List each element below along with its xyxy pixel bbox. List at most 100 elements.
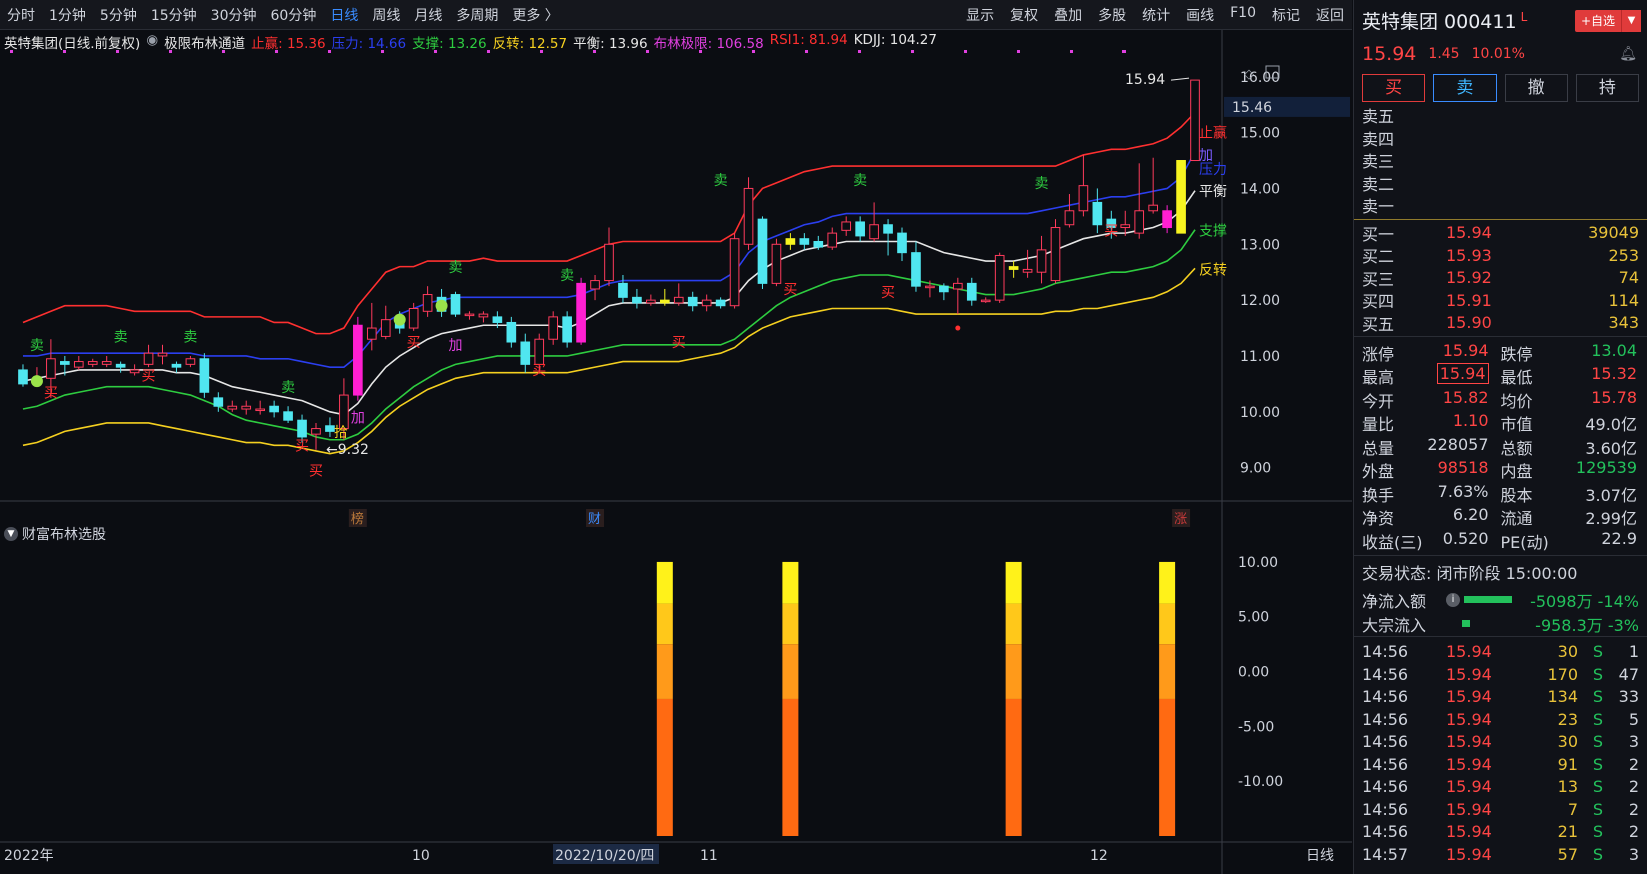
band-end-label: 平衡 — [1199, 184, 1227, 200]
sell-signal-mark: 卖 — [30, 338, 44, 354]
tool-button[interactable]: 统计 — [1134, 5, 1178, 25]
event-marker[interactable]: 涨 — [1174, 512, 1187, 527]
chevron-down-icon[interactable]: ▼ — [4, 527, 18, 541]
tick-price: 15.94 — [1446, 777, 1492, 797]
level-label: 卖四 — [1362, 129, 1395, 149]
stat-cell: 最低 15.32 — [1501, 364, 1640, 388]
period-tab[interactable]: 多周期 — [449, 5, 505, 25]
period-tab[interactable]: 更多 〉 — [505, 5, 565, 25]
holdings-button[interactable]: 持 — [1575, 74, 1639, 102]
candle-body — [687, 296, 698, 307]
sell-button[interactable]: 卖 — [1433, 74, 1497, 102]
period-tab[interactable]: 周线 — [365, 5, 407, 25]
period-tab[interactable]: 60分钟 — [264, 5, 324, 25]
tool-button[interactable]: 复权 — [1002, 5, 1046, 25]
band-end-label: 反转 — [1199, 262, 1227, 278]
period-tab[interactable]: 日线 — [323, 5, 365, 25]
tool-button[interactable]: 标记 — [1264, 5, 1308, 25]
y-tick-label: 15.00 — [1240, 126, 1280, 142]
stat-key: PE(动) — [1500, 532, 1549, 552]
legend-indicator-name[interactable]: 极限布林通道 — [164, 32, 245, 52]
sub-y-tick-label: 10.00 — [1238, 555, 1278, 571]
period-label: 日线 — [1306, 848, 1334, 864]
sell-signal-mark: 卖 — [853, 173, 867, 189]
stats-row: 量比 1.10 市值 49.0亿 — [1362, 411, 1639, 436]
diamond-icon[interactable]: ◇ — [1244, 67, 1254, 82]
x-tick-label: 12 — [1090, 848, 1108, 864]
kline-chart[interactable]: 16.00 15.00 14.00 13.00 12.00 11.00 10.00 9.00 1… — [0, 30, 1352, 874]
high-price-arrow — [1170, 77, 1190, 81]
stat-key: 涨停 — [1362, 344, 1395, 364]
tick-list[interactable]: 14:56 15.94 30 S 1 14:56 15.94 170 S 47 14:56 15.94… — [1354, 635, 1647, 866]
candle-body — [241, 405, 252, 410]
stat-key: 今开 — [1362, 391, 1395, 411]
candle-body — [185, 358, 196, 365]
add-watchlist-button[interactable]: +自选 — [1575, 10, 1621, 32]
period-tab[interactable]: 分时 — [0, 5, 42, 25]
tool-button[interactable]: F10 — [1222, 5, 1264, 25]
candle-body — [827, 232, 838, 248]
buy-button[interactable]: 买 — [1362, 74, 1426, 102]
chart-canvas[interactable]: 16.0015.0014.0013.0012.0011.0010.009.001… — [0, 30, 1352, 874]
sell-signal-mark: 卖 — [114, 330, 128, 346]
stat-value: 15.94 — [1442, 340, 1489, 360]
tool-button[interactable]: 画线 — [1178, 5, 1222, 25]
sell-signal-mark: 卖 — [1035, 176, 1049, 192]
x-tick-label: 2022/10/20/四 — [555, 848, 654, 864]
stat-value-wrap: 15.78 — [1573, 388, 1640, 412]
period-tab[interactable]: 5分钟 — [93, 5, 144, 25]
chevron-down-icon[interactable]: ▼ — [1621, 10, 1641, 32]
period-toolbar: 分时 1分钟 5分钟 15分钟 30分钟 60分钟 日线 周线 月线 多周期 更多 〉 显示 复权 叠加… — [0, 0, 1352, 30]
period-tab[interactable]: 1分钟 — [42, 5, 93, 25]
candle-body — [562, 316, 572, 343]
tick-row: 14:56 15.94 7 S 2 — [1354, 798, 1647, 821]
candle-body — [269, 405, 279, 413]
cancel-order-button[interactable]: 撤 — [1504, 74, 1568, 102]
legend-stock-title[interactable]: 英特集团(日线.前复权) — [4, 32, 140, 52]
info-icon[interactable]: i — [1446, 592, 1460, 607]
high-price-label: 15.94 — [1125, 72, 1165, 88]
tick-count: 5 — [1628, 709, 1639, 729]
candle-body — [855, 221, 865, 237]
event-marker[interactable]: 榜 — [351, 511, 364, 527]
candle-body — [1008, 266, 1019, 270]
stat-value: 98518 — [1437, 458, 1489, 478]
stat-cell: 量比 1.10 — [1362, 411, 1501, 435]
signal-bar-segment — [782, 698, 799, 836]
tick-price: 15.94 — [1446, 754, 1492, 774]
stat-value: 3.07亿 — [1585, 485, 1637, 505]
stat-value: 7.63% — [1437, 481, 1489, 501]
settings-icon[interactable]: ◉ — [146, 32, 158, 52]
tick-qty: 7 — [1567, 799, 1578, 819]
period-tab[interactable]: 月线 — [407, 5, 449, 25]
tool-button[interactable]: 显示 — [958, 5, 1002, 25]
bell-icon[interactable]: 🔔︎ — [1619, 46, 1637, 62]
sub-y-tick-label: -10.00 — [1238, 774, 1283, 790]
period-tab[interactable]: 30分钟 — [204, 5, 264, 25]
level-price: 15.94 — [1446, 223, 1492, 243]
trade-status: 交易状态: 闭市阶段 15:00:00 — [1354, 554, 1647, 588]
period-tab[interactable]: 15分钟 — [144, 5, 204, 25]
tool-button[interactable]: 多股 — [1090, 5, 1134, 25]
x-tick-label: 2022年 — [4, 848, 54, 864]
signal-dot — [964, 50, 967, 53]
tick-count: 3 — [1628, 732, 1639, 752]
tick-price: 15.94 — [1446, 732, 1492, 752]
x-tick-label: 11 — [700, 848, 718, 864]
candle-body — [743, 187, 754, 245]
tool-button[interactable]: 返回 — [1308, 5, 1352, 25]
candle-body — [952, 282, 963, 290]
tool-button[interactable]: 叠加 — [1046, 5, 1090, 25]
level-label: 卖五 — [1362, 107, 1395, 127]
stat-value-wrap: 22.9 — [1573, 529, 1640, 553]
event-marker[interactable]: 财 — [588, 512, 601, 527]
stats-row: 外盘 98518 内盘 129539 — [1362, 458, 1639, 483]
y-tick-label: 10.00 — [1240, 405, 1280, 421]
signal-bar-segment — [1159, 644, 1176, 699]
level-label: 买一 — [1362, 224, 1395, 244]
y-tick-label: 12.00 — [1240, 293, 1280, 309]
candle-body — [101, 361, 112, 365]
sub-chart-title[interactable]: ▼ 财富布林选股 — [4, 524, 106, 544]
tick-row: 14:56 15.94 21 S 2 — [1354, 821, 1647, 844]
tick-count: 2 — [1628, 777, 1639, 797]
